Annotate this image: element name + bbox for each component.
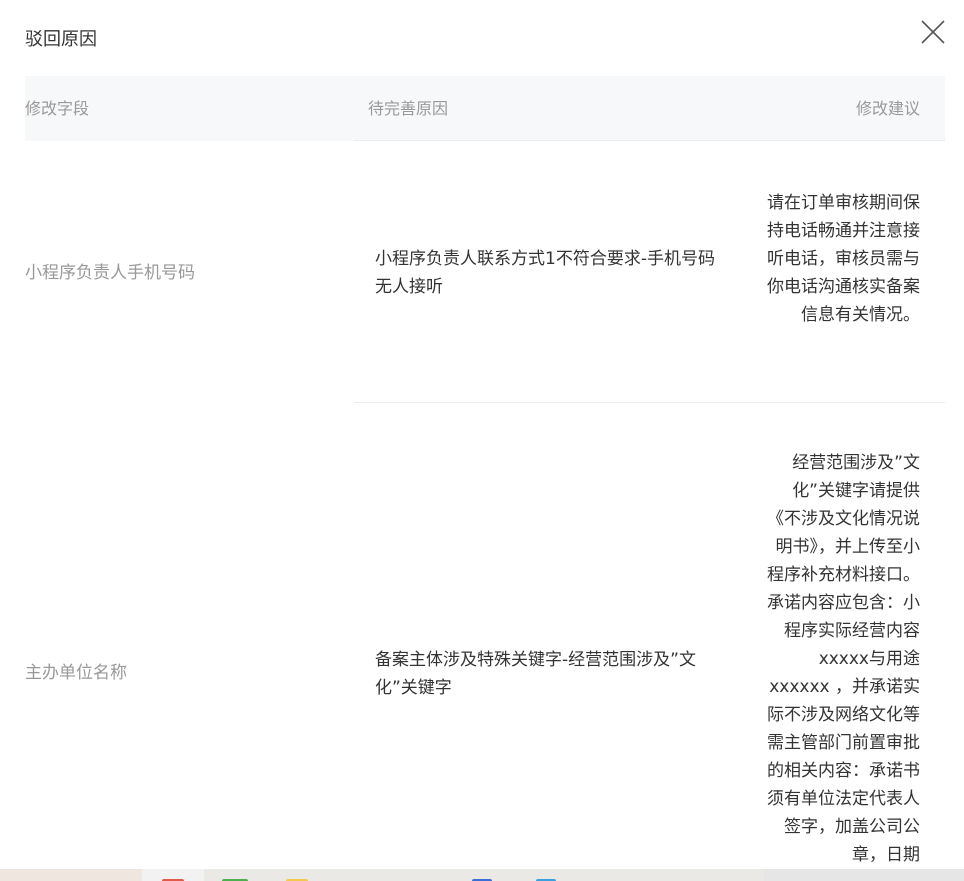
header-field: 修改字段 — [25, 99, 90, 118]
cell-suggestion: 经营范围涉及”文化”关键字请提供《不涉及文化情况说明书》，并上传至小程序补充材料… — [767, 453, 920, 865]
header-reason: 待完善原因 — [368, 99, 449, 118]
reject-reason-table: 修改字段 待完善原因 修改建议 小程序负责人手机号码 小程序负责人联系方式1不符… — [25, 76, 945, 881]
taskbar-segment — [0, 869, 142, 881]
cell-field: 主办单位名称 — [25, 663, 127, 683]
cell-reason: 小程序负责人联系方式1不符合要求-手机号码无人接听 — [375, 249, 715, 297]
taskbar-strip — [0, 869, 964, 881]
dialog-title: 驳回原因 — [25, 29, 97, 50]
taskbar-segment — [764, 869, 964, 881]
reject-reason-dialog: 驳回原因 修改字段 待完善原因 修改建议 小程序负责人手机号码 小程序负责人联系… — [0, 0, 964, 881]
close-icon — [921, 20, 945, 44]
table-row: 小程序负责人手机号码 小程序负责人联系方式1不符合要求-手机号码无人接听 请在订… — [25, 141, 945, 403]
cell-suggestion: 请在订单审核期间保持电话畅通并注意接听电话，审核员需与你电话沟通核实备案信息有关… — [767, 193, 920, 325]
close-button[interactable] — [920, 19, 946, 45]
table-header: 修改字段 待完善原因 修改建议 — [25, 76, 945, 141]
cell-reason: 备案主体涉及特殊关键字-经营范围涉及”文化”关键字 — [375, 650, 696, 698]
header-suggestion: 修改建议 — [855, 99, 920, 118]
cell-field: 小程序负责人手机号码 — [25, 263, 195, 283]
table-row: 主办单位名称 备案主体涉及特殊关键字-经营范围涉及”文化”关键字 经营范围涉及”… — [25, 403, 945, 881]
